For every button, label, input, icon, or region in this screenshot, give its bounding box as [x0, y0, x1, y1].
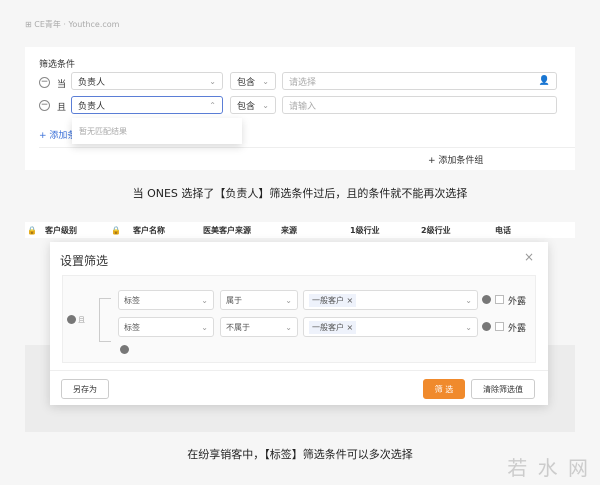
col-header[interactable]: 客户级别 [45, 225, 77, 236]
field-select-focused[interactable]: 负责人 ⌃ [71, 96, 223, 114]
field-value: 标签 [124, 322, 140, 332]
conj-label: 且 [78, 316, 85, 324]
modal-title: 设置筛选 [60, 254, 109, 268]
value-tag: 一般客户 × [309, 320, 357, 334]
value-select[interactable]: 请选择 👤 [282, 72, 557, 90]
watermark: 若 水 网 [507, 456, 590, 480]
add-group-label: 添加条件组 [438, 156, 484, 166]
filter-button[interactable]: 筛 选 [423, 379, 465, 399]
chevron-down-icon: ⌄ [209, 76, 216, 86]
chevron-up-icon: ⌃ [209, 100, 216, 110]
add-condition-button[interactable]: + 添加条 [39, 128, 76, 141]
col-header[interactable]: 1级行业 [350, 225, 380, 236]
field-value: 负责人 [78, 101, 106, 112]
filter-modal: 设置筛选 × 且 标签 ⌄ 属于 ⌄ 一般客户 × ⌄ 外露 标签 ⌄ 不属于 ⌄ 一般客… [50, 242, 548, 405]
operator-select[interactable]: 包含 ⌄ [230, 96, 276, 114]
chevron-down-icon: ⌄ [262, 100, 269, 110]
tag-label: 一般客户 [312, 295, 344, 305]
chevron-down-icon: ⌄ [465, 295, 472, 305]
field-select[interactable]: 标签 ⌄ [118, 290, 214, 310]
divider [50, 370, 548, 371]
source-label: ⊞ CE青年 · Youthce.com [25, 20, 120, 29]
user-icon: 👤 [538, 76, 550, 86]
value-select[interactable]: 一般客户 × ⌄ [303, 290, 478, 310]
clear-filter-button[interactable]: 清除筛选值 [471, 379, 535, 399]
remove-row-icon[interactable] [482, 295, 491, 304]
chevron-down-icon: ⌄ [201, 322, 208, 332]
exposed-label: 外露 [508, 324, 527, 334]
filter-panel-ones: 筛选条件 − 当 负责人 ⌄ 包含 ⌄ 请选择 👤 − 且 负责人 ⌃ 包含 ⌄ 请输入 … [25, 47, 575, 170]
operator-select[interactable]: 不属于 ⌄ [220, 317, 298, 337]
panel-title: 筛选条件 [39, 60, 76, 70]
field-value: 负责人 [78, 77, 106, 88]
remove-row-icon[interactable] [482, 322, 491, 331]
conj-label: 当 [57, 80, 67, 90]
col-header[interactable]: 电话 [495, 225, 525, 236]
field-select[interactable]: 标签 ⌄ [118, 317, 214, 337]
dropdown-empty: 暂无匹配结果 [72, 118, 242, 144]
value-placeholder: 请选择 [289, 77, 317, 88]
exposed-label: 外露 [508, 297, 527, 307]
conj-label: 且 [57, 103, 67, 113]
save-as-button[interactable]: 另存为 [61, 379, 109, 399]
chevron-down-icon: ⌄ [465, 322, 472, 332]
tag-label: 一般客户 [312, 322, 344, 332]
table-header: 🔒 客户级别 🔒 客户名称 医美客户来源 来源 1级行业 2级行业 电话 [25, 222, 575, 238]
op-value: 属于 [226, 295, 242, 305]
col-header[interactable]: 2级行业 [421, 225, 451, 236]
chevron-down-icon: ⌄ [262, 76, 269, 86]
chevron-down-icon: ⌄ [285, 295, 292, 305]
exposed-checkbox[interactable] [495, 322, 504, 331]
value-tag: 一般客户 × [309, 293, 357, 307]
caption-ones: 当 ONES 选择了【负责人】筛选条件过后，且的条件就不能再次选择 [132, 187, 468, 200]
field-select[interactable]: 负责人 ⌄ [71, 72, 223, 90]
bracket [99, 298, 111, 342]
op-value: 包含 [237, 101, 256, 112]
lock-icon: 🔒 [111, 225, 121, 235]
remove-condition-icon[interactable]: − [39, 100, 50, 111]
col-header[interactable]: 医美客户来源 [203, 225, 251, 236]
divider [39, 147, 575, 148]
chevron-down-icon: ⌄ [201, 295, 208, 305]
operator-select[interactable]: 属于 ⌄ [220, 290, 298, 310]
remove-condition-icon[interactable]: − [39, 77, 50, 88]
close-icon[interactable]: × [524, 250, 534, 264]
exposed-checkbox[interactable] [495, 295, 504, 304]
add-group-button[interactable]: + 添加条件组 [428, 153, 483, 166]
condition-area: 且 标签 ⌄ 属于 ⌄ 一般客户 × ⌄ 外露 标签 ⌄ 不属于 ⌄ 一般客户 × ⌄ 外露 [62, 275, 536, 363]
value-select[interactable]: 一般客户 × ⌄ [303, 317, 478, 337]
chevron-down-icon: ⌄ [285, 322, 292, 332]
col-header[interactable]: 来源 [281, 225, 297, 236]
op-value: 包含 [237, 77, 256, 88]
operator-select[interactable]: 包含 ⌄ [230, 72, 276, 90]
lock-icon: 🔒 [27, 225, 37, 235]
col-header[interactable]: 客户名称 [133, 225, 165, 236]
remove-group-icon[interactable] [67, 315, 76, 324]
value-input[interactable]: 请输入 [282, 96, 557, 114]
add-row-icon[interactable] [120, 345, 129, 354]
field-value: 标签 [124, 295, 140, 305]
op-value: 不属于 [226, 322, 250, 332]
value-placeholder: 请输入 [289, 101, 317, 112]
